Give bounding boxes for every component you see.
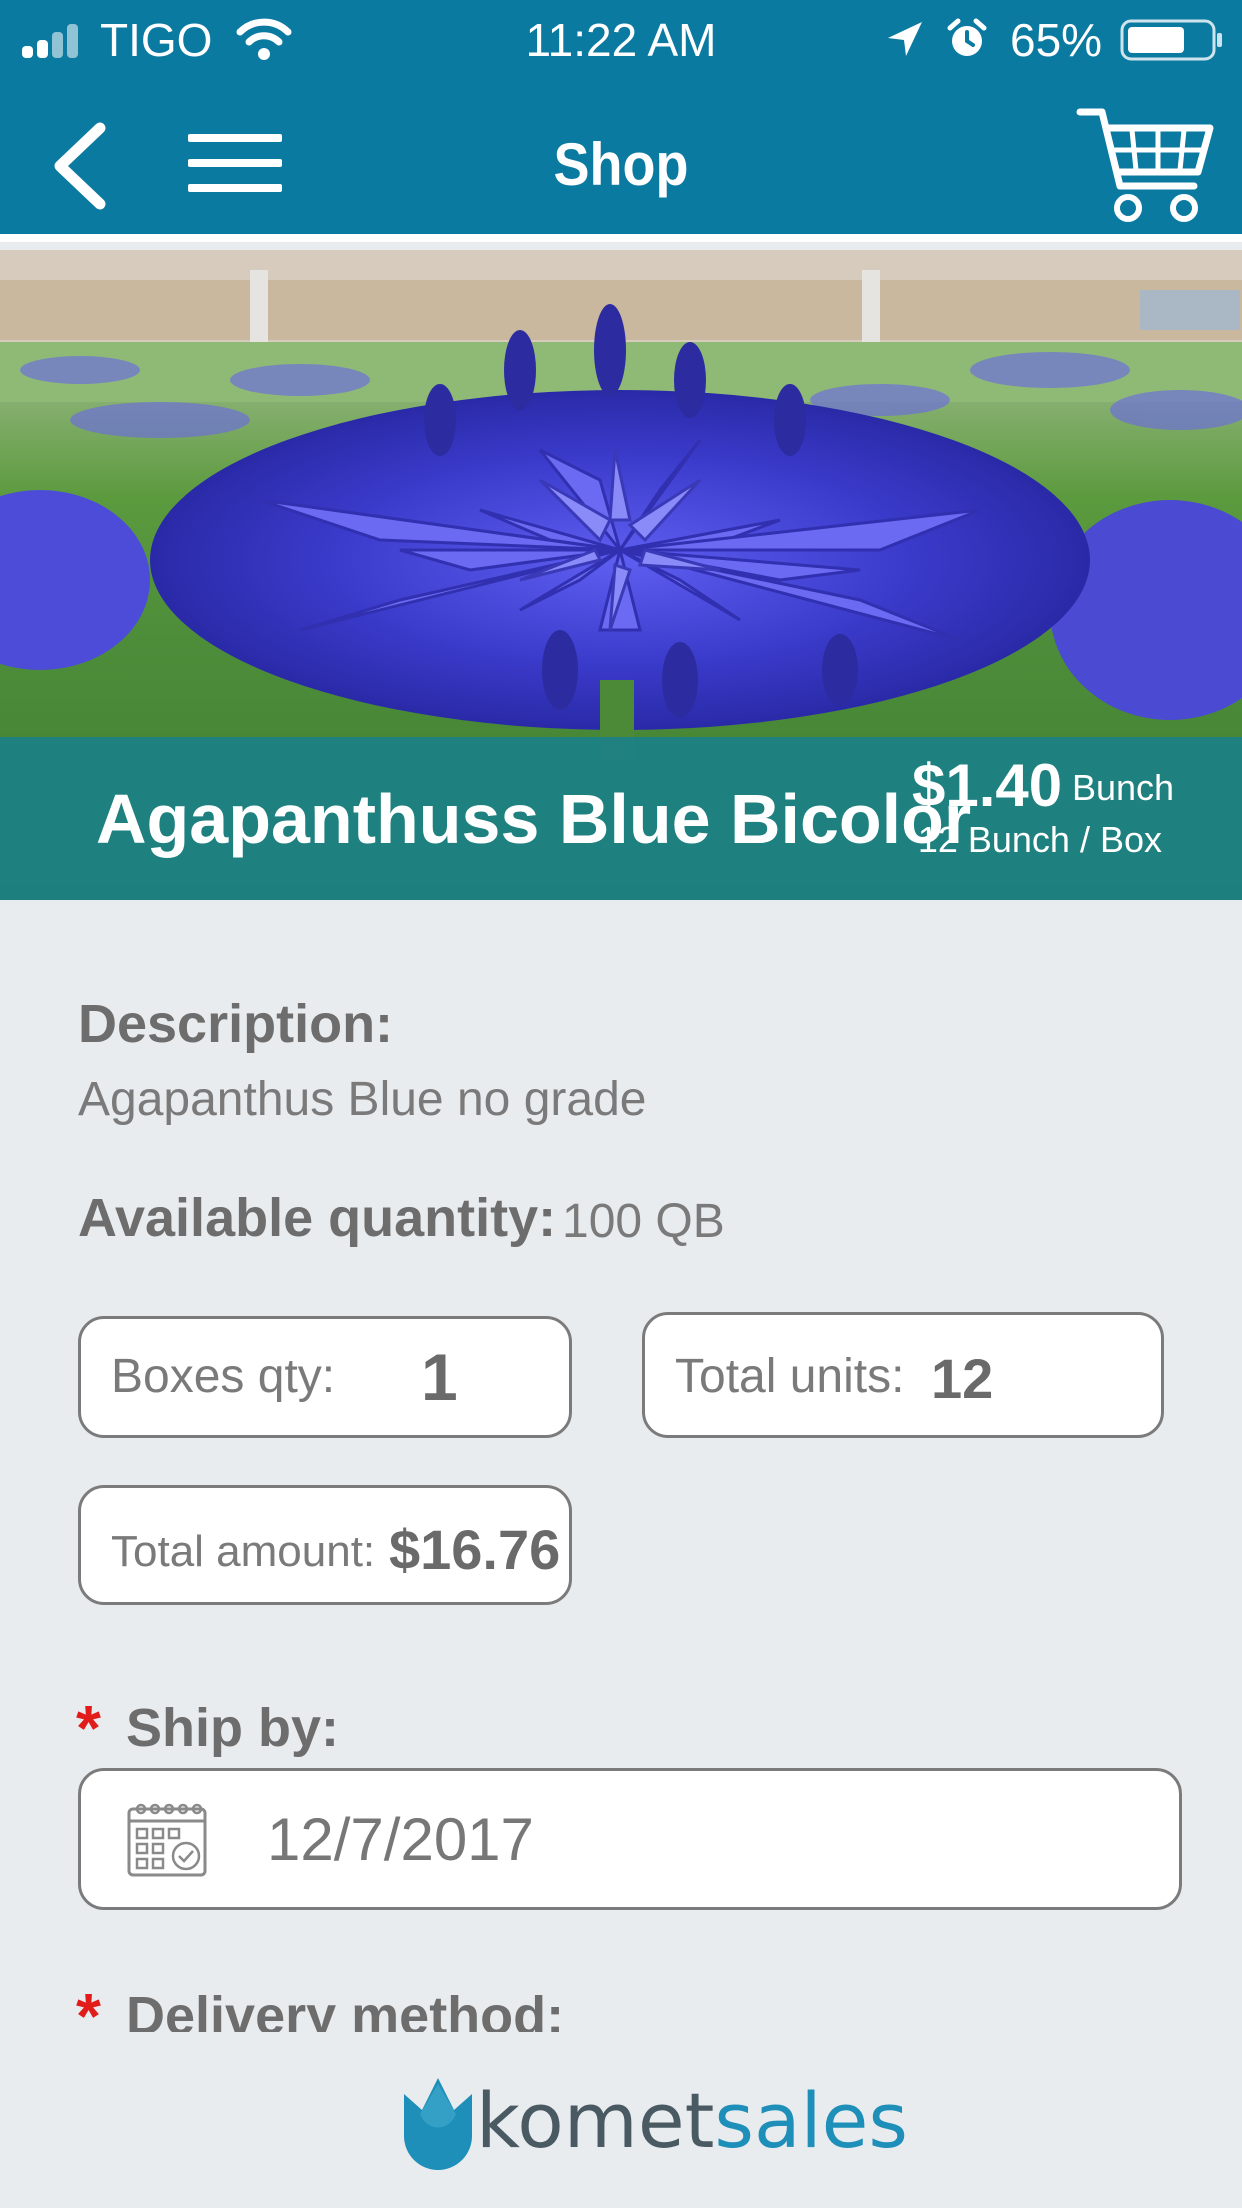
- total-units-field: Total units: 12: [642, 1312, 1164, 1438]
- alarm-icon: [947, 18, 987, 56]
- ship-by-date-field[interactable]: 12/7/2017: [78, 1768, 1182, 1910]
- total-amount-label: Total amount:: [111, 1527, 376, 1576]
- description-text: Agapanthus Blue no grade: [78, 1073, 647, 1126]
- price-unit: Bunch: [1072, 767, 1175, 808]
- kometsales-logo: kometsales: [400, 2072, 908, 2172]
- boxes-qty-label: Boxes qty:: [111, 1350, 336, 1403]
- cart-icon[interactable]: [1076, 104, 1214, 224]
- total-amount-field: Total amount: $16.76: [78, 1485, 572, 1605]
- ship-by-label: Ship by:: [126, 1698, 339, 1758]
- logo-text-part1: komet: [476, 2076, 715, 2165]
- tulip-logo-icon: [404, 2078, 472, 2170]
- calendar-icon: [127, 1803, 207, 1877]
- available-quantity-value: 100 QB: [562, 1195, 725, 1248]
- available-quantity-label: Available quantity:: [78, 1188, 557, 1248]
- required-marker: *: [76, 1980, 101, 2052]
- battery-percent: 65%: [1010, 14, 1103, 66]
- total-units-value: 12: [931, 1347, 994, 1410]
- status-bar: TIGO 11:22 AM 65%: [0, 0, 1242, 80]
- ship-by-date-value: 12/7/2017: [267, 1806, 534, 1873]
- product-name: Agapanthuss Blue Bicolor: [96, 780, 972, 858]
- total-amount-value: $16.76: [389, 1518, 561, 1581]
- pack-info: 12 Bunch / Box: [917, 819, 1162, 860]
- delivery-method-label: Delivery method:: [126, 1986, 565, 2032]
- boxes-qty-field[interactable]: Boxes qty: 1: [78, 1316, 572, 1438]
- nav-bar: Shop: [0, 80, 1242, 242]
- product-banner: Agapanthuss Blue Bicolor $1.40 Bunch 12 …: [0, 737, 1242, 900]
- required-marker: *: [76, 1692, 101, 1764]
- logo-text: kometsales: [476, 2078, 908, 2164]
- location-arrow-icon: [888, 22, 922, 56]
- product-image: Agapanthuss Blue Bicolor $1.40 Bunch 12 …: [0, 250, 1242, 900]
- logo-text-part2: sales: [714, 2076, 909, 2165]
- boxes-qty-value[interactable]: 1: [421, 1344, 458, 1410]
- total-units-label: Total units:: [675, 1350, 905, 1403]
- battery-icon: [1120, 19, 1222, 61]
- product-price: $1.40: [912, 752, 1063, 819]
- description-label: Description:: [78, 994, 394, 1054]
- page-title: Shop: [553, 131, 689, 198]
